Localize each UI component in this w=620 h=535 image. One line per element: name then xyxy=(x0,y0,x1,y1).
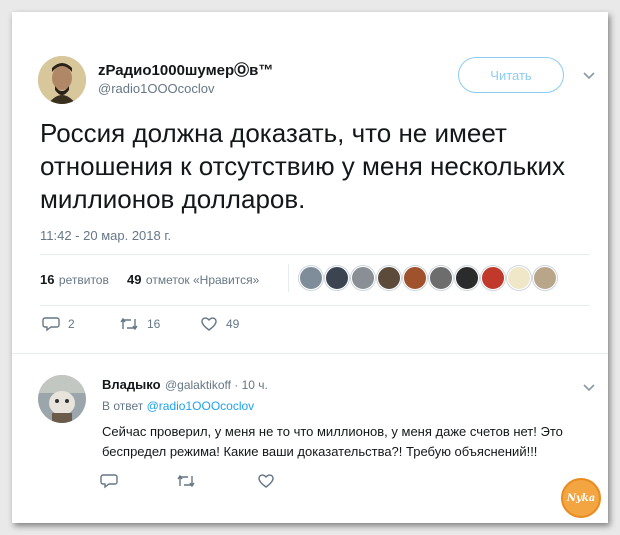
liker-avatar[interactable] xyxy=(351,266,375,290)
divider xyxy=(40,305,590,306)
like-count: 49 xyxy=(226,317,240,331)
reply-like-action[interactable] xyxy=(257,473,275,494)
reply-reply-action[interactable] xyxy=(100,473,118,494)
liker-avatar[interactable] xyxy=(325,266,349,290)
reply-author-handle-time[interactable]: @galaktikoff · 10 ч. xyxy=(165,378,268,392)
reply-count: 2 xyxy=(68,317,75,331)
tweet-text: Россия должна доказать, что не имеет отн… xyxy=(40,118,566,214)
tweet-timestamp[interactable]: 11:42 - 20 мар. 2018 г. xyxy=(40,228,171,243)
reply-action[interactable]: 2 xyxy=(42,316,75,332)
follow-button[interactable]: Читать xyxy=(458,57,564,93)
heart-icon xyxy=(258,474,274,488)
likes-label: отметок «Нравится» xyxy=(145,273,260,287)
author-handle[interactable]: @radio1OOOcoclov xyxy=(98,81,215,96)
in-reply-prefix: В ответ xyxy=(102,399,144,413)
chevron-down-icon[interactable] xyxy=(582,68,596,84)
tweet-card: zРадио1000шумерⓄв™ @radio1OOOcoclov Чита… xyxy=(12,12,608,523)
likes-count: 49 xyxy=(127,272,142,287)
retweet-count: 16 xyxy=(147,317,161,331)
retweets-stat[interactable]: 16 ретвитов xyxy=(40,271,109,289)
liker-avatar[interactable] xyxy=(403,266,427,290)
reply-author-name[interactable]: Владыко xyxy=(102,377,161,392)
reply-author-avatar[interactable] xyxy=(38,375,86,423)
liker-avatar[interactable] xyxy=(455,266,479,290)
like-action[interactable]: 49 xyxy=(200,316,239,332)
author-display-name[interactable]: zРадио1000шумерⓄв™ xyxy=(98,59,273,80)
stats-separator xyxy=(288,264,289,292)
retweet-arrows-icon xyxy=(120,317,138,331)
speech-bubble-icon xyxy=(42,317,60,332)
watermark-logo: Nyka xyxy=(561,478,601,518)
liker-avatar[interactable] xyxy=(481,266,505,290)
watermark-text: Nyka xyxy=(566,492,596,504)
chevron-down-icon[interactable] xyxy=(582,380,596,396)
retweets-count: 16 xyxy=(40,272,55,287)
liker-avatar[interactable] xyxy=(507,266,531,290)
in-reply-to: В ответ @radio1OOOcoclov xyxy=(102,399,254,413)
likes-stat[interactable]: 49 отметок «Нравится» xyxy=(127,271,259,289)
heart-icon xyxy=(201,317,217,331)
divider xyxy=(12,353,608,354)
liker-avatar[interactable] xyxy=(299,266,323,290)
liker-avatar[interactable] xyxy=(533,266,557,290)
retweets-label: ретвитов xyxy=(58,273,109,287)
in-reply-handle-link[interactable]: @radio1OOOcoclov xyxy=(147,399,255,413)
liker-avatar[interactable] xyxy=(429,266,453,290)
retweet-arrows-icon xyxy=(177,474,195,488)
divider xyxy=(40,254,590,255)
liker-avatar[interactable] xyxy=(377,266,401,290)
author-avatar[interactable] xyxy=(38,56,86,104)
reply-text: Сейчас проверил, у меня не то что миллио… xyxy=(102,424,563,459)
reply-header: Владыко @galaktikoff · 10 ч. xyxy=(102,376,268,394)
retweet-action[interactable]: 16 xyxy=(119,316,160,332)
speech-bubble-icon xyxy=(100,474,118,489)
reply-retweet-action[interactable] xyxy=(176,473,196,494)
